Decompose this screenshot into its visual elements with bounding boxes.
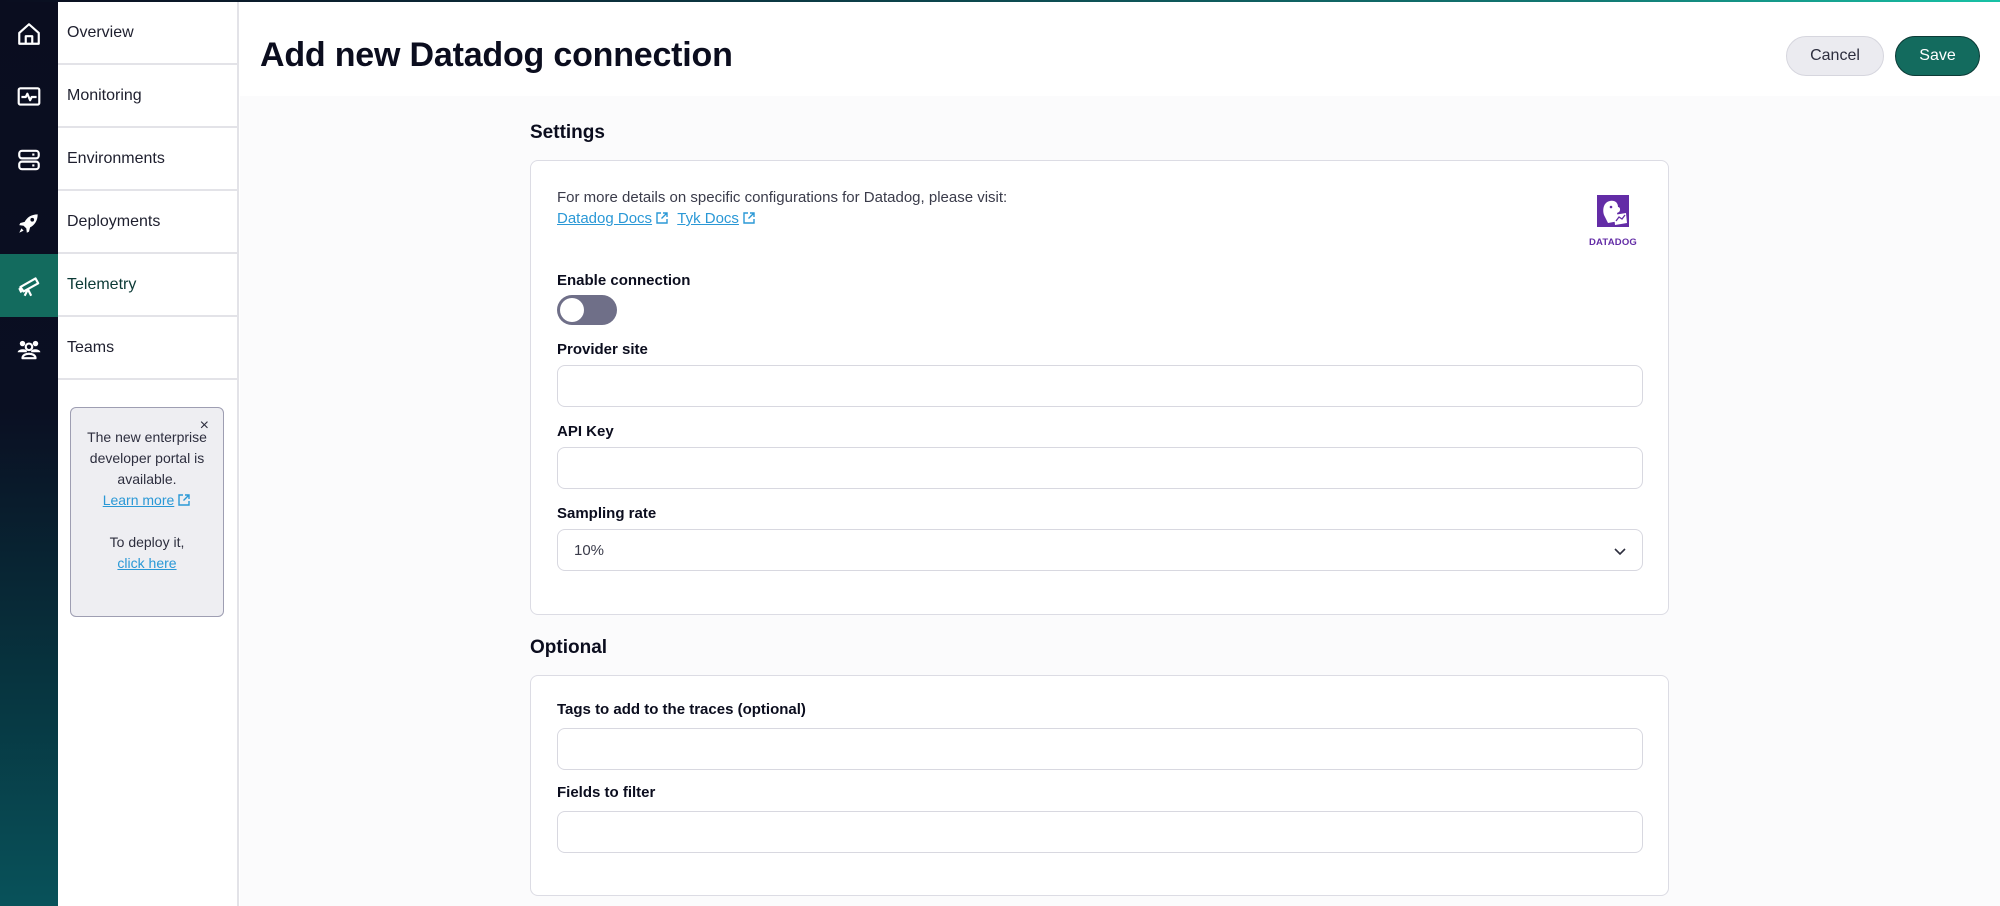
sidebar-nav: Overview Monitoring Environments Deploym… bbox=[58, 0, 239, 906]
enable-connection-label: Enable connection bbox=[557, 272, 691, 289]
sidebar-item-label: Overview bbox=[67, 23, 134, 41]
sampling-rate-select[interactable]: 10% bbox=[557, 529, 1643, 571]
sidebar-item-deployments[interactable]: Deployments bbox=[58, 191, 237, 254]
docs-description: For more details on specific configurati… bbox=[557, 187, 1007, 229]
sidebar-item-teams[interactable]: Teams bbox=[58, 317, 237, 380]
tyk-docs-link[interactable]: Tyk Docs bbox=[677, 210, 739, 227]
rail-overview[interactable] bbox=[0, 2, 58, 65]
docs-links: Datadog Docs Tyk Docs bbox=[557, 208, 1007, 229]
optional-card: Tags to add to the traces (optional) Fie… bbox=[530, 675, 1669, 896]
sidebar-item-environments[interactable]: Environments bbox=[58, 128, 237, 191]
description-text: For more details on specific configurati… bbox=[557, 189, 1008, 206]
optional-section-title: Optional bbox=[530, 637, 608, 658]
sidebar-item-overview[interactable]: Overview bbox=[58, 2, 237, 65]
learn-more-row: Learn more bbox=[71, 490, 223, 511]
datadog-dog-icon bbox=[1597, 195, 1629, 227]
notice-text-2: developer portal is bbox=[89, 450, 205, 466]
sidebar-item-label: Deployments bbox=[67, 212, 161, 230]
rail-environments[interactable] bbox=[0, 128, 58, 191]
sidebar-item-label: Teams bbox=[67, 338, 115, 356]
settings-card: For more details on specific configurati… bbox=[530, 160, 1669, 615]
page-header: Add new Datadog connection Cancel Save bbox=[240, 2, 2000, 96]
chevron-down-icon bbox=[1614, 548, 1626, 556]
telescope-icon bbox=[18, 276, 40, 296]
sidebar-item-monitoring[interactable]: Monitoring bbox=[58, 65, 237, 128]
provider-site-label: Provider site bbox=[557, 341, 648, 358]
external-link-icon bbox=[178, 494, 190, 506]
sidebar-item-telemetry[interactable]: Telemetry bbox=[58, 254, 237, 317]
main-content: Settings For more details on specific co… bbox=[240, 96, 2000, 906]
datadog-logo-text: DATADOG bbox=[1588, 237, 1637, 248]
rocket-icon bbox=[19, 213, 38, 233]
deploy-text: To deploy it, bbox=[109, 534, 185, 550]
api-key-label: API Key bbox=[557, 423, 614, 440]
sampling-rate-label: Sampling rate bbox=[557, 505, 657, 522]
sidebar-item-label: Environments bbox=[67, 149, 165, 167]
settings-section-title: Settings bbox=[530, 122, 605, 143]
top-accent-bar bbox=[0, 0, 2000, 2]
provider-site-input[interactable] bbox=[557, 365, 1643, 407]
datadog-logo: DATADOG bbox=[1588, 193, 1638, 248]
monitoring-icon bbox=[17, 86, 41, 106]
external-link-icon bbox=[743, 212, 755, 224]
datadog-docs-link[interactable]: Datadog Docs bbox=[557, 210, 652, 227]
notice-text-3: available. bbox=[117, 471, 177, 487]
rail-monitoring[interactable] bbox=[0, 65, 58, 128]
sidebar-item-label: Monitoring bbox=[67, 86, 142, 104]
close-icon[interactable]: × bbox=[200, 418, 209, 434]
sidebar-item-label: Telemetry bbox=[67, 275, 137, 293]
team-icon bbox=[17, 340, 41, 359]
fields-to-filter-label: Fields to filter bbox=[557, 784, 656, 801]
tags-label: Tags to add to the traces (optional) bbox=[557, 701, 806, 718]
server-icon bbox=[18, 149, 40, 170]
external-link-icon bbox=[656, 212, 668, 224]
rail-teams[interactable] bbox=[0, 317, 58, 380]
page-title: Add new Datadog connection bbox=[260, 36, 733, 74]
sampling-rate-value: 10% bbox=[574, 541, 605, 559]
cancel-button[interactable]: Cancel bbox=[1786, 36, 1884, 76]
api-key-input[interactable] bbox=[557, 447, 1643, 489]
click-here-link[interactable]: click here bbox=[117, 555, 176, 571]
rail-telemetry[interactable] bbox=[0, 254, 58, 317]
home-icon bbox=[18, 22, 40, 45]
icon-rail bbox=[0, 0, 58, 906]
rail-deployments[interactable] bbox=[0, 191, 58, 254]
tags-input[interactable] bbox=[557, 728, 1643, 770]
save-button[interactable]: Save bbox=[1895, 36, 1980, 76]
learn-more-link[interactable]: Learn more bbox=[103, 492, 175, 508]
enable-connection-toggle[interactable] bbox=[557, 295, 617, 325]
toggle-knob bbox=[560, 298, 584, 322]
fields-to-filter-input[interactable] bbox=[557, 811, 1643, 853]
portal-notice: × The new enterprise developer portal is… bbox=[70, 407, 224, 617]
